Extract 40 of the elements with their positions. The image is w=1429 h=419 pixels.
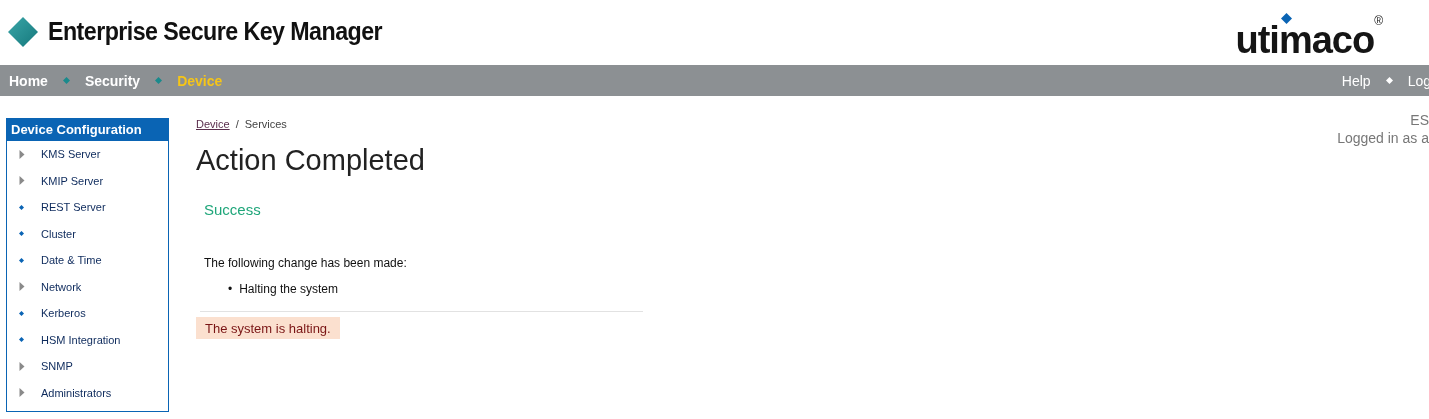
status-text: Success [204,201,262,218]
sidebar-item[interactable]: KMS Server [41,148,101,161]
triangle-icon [18,388,26,398]
breadcrumb-separator: / [235,118,239,130]
triangle-icon [18,149,26,159]
diamond-icon [1281,12,1293,24]
breadcrumb-link[interactable]: Device [196,118,230,130]
diamond-icon [19,231,24,237]
registered-mark: ® [1374,13,1383,28]
sidebar-item[interactable]: Kerberos [41,307,86,320]
diamond-icon [19,257,24,263]
sidebar-item[interactable]: Network [41,280,82,293]
separator-icon [62,77,70,84]
sidebar-title: Device Configuration [7,119,168,141]
diamond-icon [19,204,24,210]
session-text: Logged in as a [1337,130,1429,146]
triangle-icon [18,361,26,371]
triangle-icon [18,282,26,292]
alert-message: The system is halting. [196,317,340,339]
company-logo: utimaco [1235,21,1375,58]
diamond-icon [19,310,24,316]
page-heading: Action Completed [196,144,426,177]
sidebar-item[interactable]: HSM Integration [41,333,121,346]
triangle-icon [18,176,26,186]
sidebar-item[interactable]: KMIP Server [41,174,104,187]
session-text: ES [1410,112,1429,128]
sidebar-item[interactable]: REST Server [41,201,106,214]
sidebar-item[interactable]: Date & Time [41,254,102,267]
bullet-mark: • [228,282,233,296]
breadcrumb-current: Services [244,118,287,130]
separator-icon [1385,77,1393,84]
sidebar-item[interactable]: SNMP [41,360,73,373]
diamond-logo-icon [8,16,38,47]
change-item: Halting the system [239,282,338,296]
diamond-icon [19,337,24,343]
separator-icon [155,77,163,84]
sidebar-item[interactable]: Administrators [41,386,112,399]
sidebar-item[interactable]: Cluster [41,227,76,240]
app-title: Enterprise Secure Key Manager [48,17,382,46]
message-text: The following change has been made: [204,256,408,270]
